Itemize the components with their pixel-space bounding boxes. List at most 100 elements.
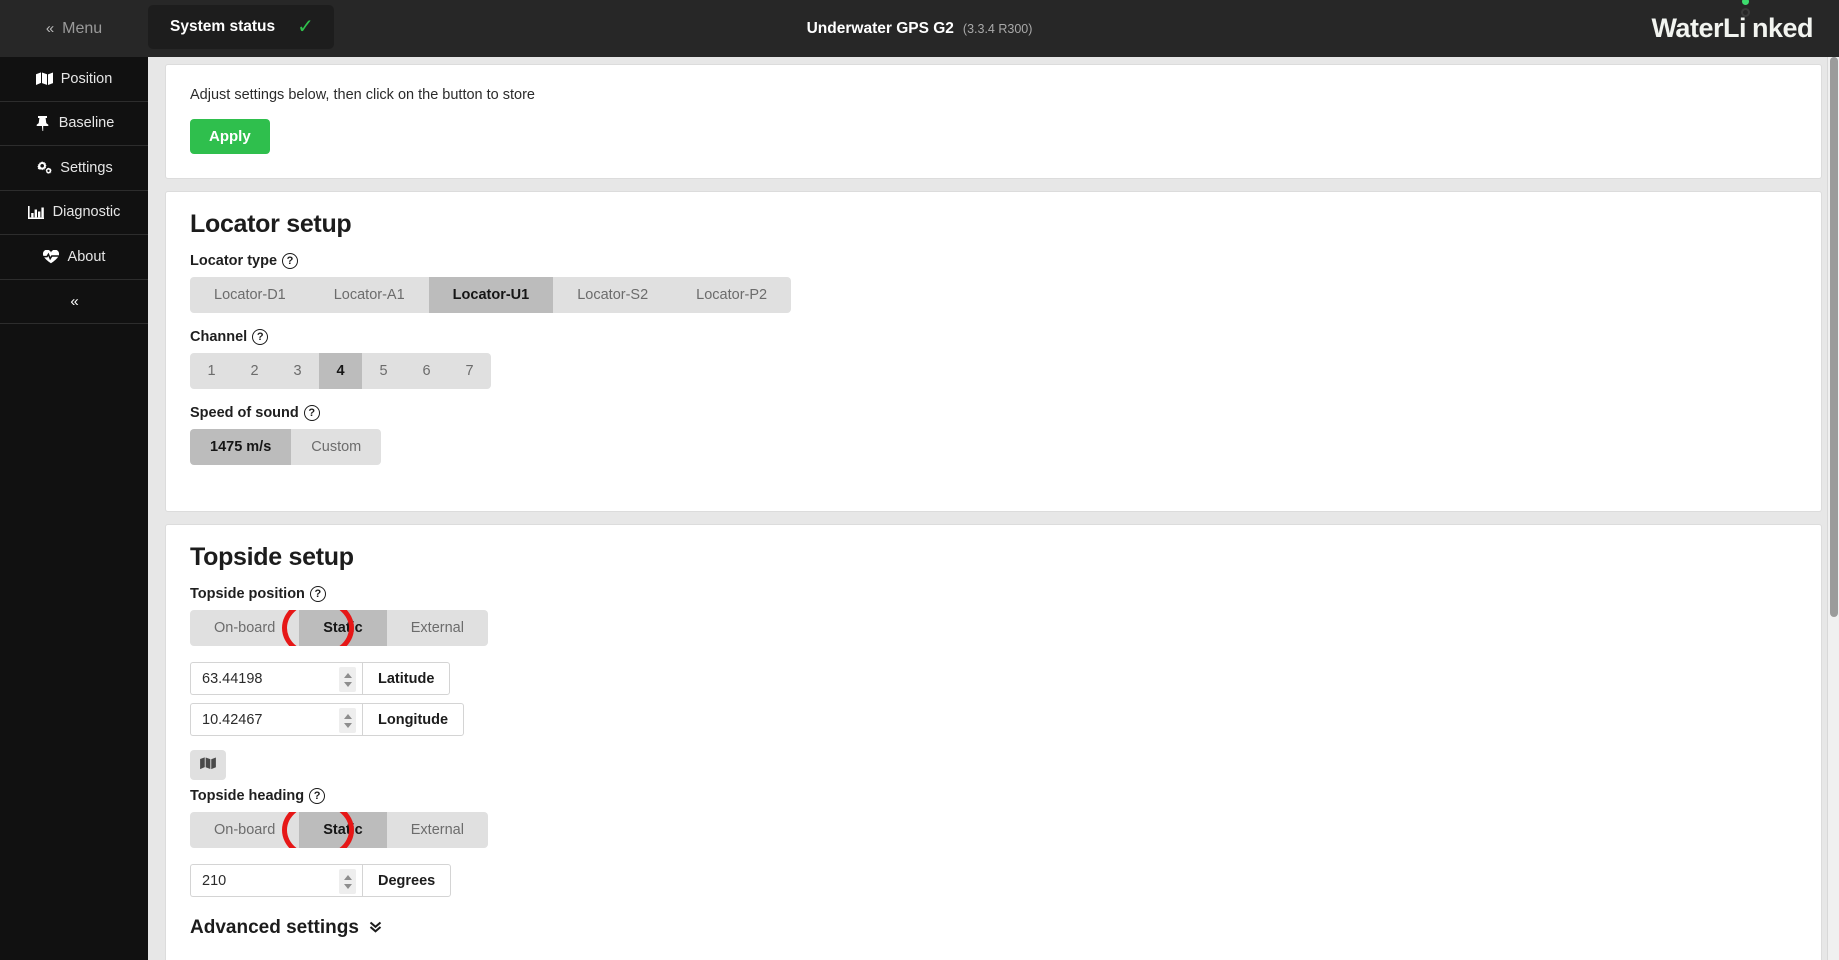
map-icon	[35, 71, 53, 86]
channel-option-3[interactable]: 3	[276, 353, 319, 389]
help-icon[interactable]: ?	[282, 253, 299, 269]
advanced-settings-label: Advanced settings	[190, 917, 359, 938]
latitude-input-wrap[interactable]	[190, 662, 362, 695]
gears-icon	[35, 160, 53, 175]
channel-option-1[interactable]: 1	[190, 353, 233, 389]
degrees-unit-label: Degrees	[362, 864, 452, 897]
speed-of-sound-option-default[interactable]: 1475 m/s	[190, 429, 292, 465]
sidebar-item-label: Position	[60, 70, 113, 87]
topside-heading-option-static[interactable]: Static	[299, 812, 387, 848]
help-icon[interactable]: ?	[303, 405, 320, 421]
sidebar-item-about[interactable]: About	[0, 235, 148, 280]
speed-of-sound-button-group[interactable]: 1475 m/s Custom	[190, 429, 382, 465]
app-title-text: Underwater GPS G2	[806, 19, 954, 37]
speed-of-sound-option-custom[interactable]: Custom	[291, 429, 382, 465]
content-scrollbar[interactable]	[1827, 57, 1839, 960]
topside-heading-option-external[interactable]: External	[386, 812, 488, 848]
speed-of-sound-label-text: Speed of sound	[190, 405, 299, 421]
locator-type-option-d1[interactable]: Locator-D1	[190, 277, 310, 313]
menu-label: Menu	[62, 19, 103, 37]
help-icon[interactable]: ?	[309, 788, 326, 804]
pin-icon	[34, 115, 51, 131]
check-icon: ✓	[297, 16, 314, 38]
sidebar-item-position[interactable]: Position	[0, 57, 148, 102]
sidebar-item-label: Baseline	[58, 115, 115, 132]
locator-setup-title: Locator setup	[190, 210, 352, 238]
help-icon[interactable]: ?	[309, 586, 326, 602]
apply-instruction-text: Adjust settings below, then click on the…	[190, 87, 535, 103]
latitude-row: Latitude	[190, 662, 1797, 695]
sidebar-item-label: Diagnostic	[52, 204, 121, 221]
menu-toggle-button[interactable]: « Menu	[0, 0, 148, 57]
locator-type-label: Locator type ?	[190, 253, 1797, 269]
channel-option-5[interactable]: 5	[362, 353, 405, 389]
longitude-input-wrap[interactable]	[190, 703, 362, 736]
main-content: Adjust settings below, then click on the…	[148, 57, 1839, 960]
topside-position-option-external[interactable]: External	[386, 610, 488, 646]
sidebar-item-label: Settings	[60, 159, 113, 176]
degrees-stepper[interactable]	[339, 869, 356, 894]
brand-text-part2: nked	[1751, 13, 1814, 43]
sidebar-item-diagnostic[interactable]: Diagnostic	[0, 191, 148, 235]
system-status-label: System status	[170, 18, 276, 35]
sidebar: Position Baseline Settings Diagnostic Ab…	[0, 57, 148, 960]
chevron-down-icon	[368, 919, 383, 938]
apply-panel: Adjust settings below, then click on the…	[165, 64, 1822, 179]
topside-position-option-onboard[interactable]: On-board	[190, 610, 300, 646]
topside-heading-button-group[interactable]: On-board Static External	[190, 812, 488, 848]
latitude-unit-label: Latitude	[362, 662, 451, 695]
channel-option-4[interactable]: 4	[319, 353, 362, 389]
longitude-input[interactable]	[191, 704, 362, 735]
locator-type-option-p2[interactable]: Locator-P2	[672, 277, 792, 313]
channel-option-2[interactable]: 2	[233, 353, 276, 389]
locator-setup-panel: Locator setup Locator type ? Locator-D1 …	[165, 191, 1822, 512]
topside-setup-title: Topside setup	[190, 543, 354, 571]
topside-position-label: Topside position ?	[190, 586, 1797, 602]
collapse-chevron-icon: «	[70, 292, 78, 310]
speed-of-sound-label: Speed of sound ?	[190, 405, 1797, 421]
longitude-unit-label: Longitude	[362, 703, 465, 736]
locator-type-option-u1[interactable]: Locator-U1	[428, 277, 554, 313]
help-icon[interactable]: ?	[252, 329, 269, 345]
topside-position-label-text: Topside position	[190, 586, 305, 602]
topside-position-button-group[interactable]: On-board Static External	[190, 610, 488, 646]
sidebar-item-settings[interactable]: Settings	[0, 146, 148, 191]
brand-text-part1: WaterL	[1651, 13, 1739, 43]
longitude-stepper[interactable]	[339, 708, 356, 733]
brand-i-glyph: i	[1739, 0, 1752, 44]
latitude-input[interactable]	[191, 663, 362, 694]
scrollbar-thumb[interactable]	[1830, 57, 1838, 617]
topside-position-option-static[interactable]: Static	[299, 610, 387, 646]
app-version-text: (3.3.4 R300)	[962, 21, 1033, 36]
sidebar-item-label: About	[67, 248, 106, 265]
latitude-stepper[interactable]	[339, 667, 356, 692]
locator-type-option-s2[interactable]: Locator-S2	[553, 277, 673, 313]
locator-type-button-group[interactable]: Locator-D1 Locator-A1 Locator-U1 Locator…	[190, 277, 792, 313]
top-bar: « Menu System status ✓ Underwater GPS G2…	[0, 0, 1839, 57]
advanced-settings-toggle[interactable]: Advanced settings	[190, 917, 1797, 939]
system-status-tab[interactable]: System status ✓	[148, 5, 334, 49]
channel-label: Channel ?	[190, 329, 1797, 345]
channel-label-text: Channel	[190, 329, 248, 345]
topside-heading-label-text: Topside heading	[190, 788, 305, 804]
channel-button-group[interactable]: 1 2 3 4 5 6 7	[190, 353, 491, 389]
locator-type-label-text: Locator type	[190, 253, 278, 269]
pick-on-map-button[interactable]	[190, 750, 226, 780]
channel-option-6[interactable]: 6	[405, 353, 448, 389]
apply-button[interactable]: Apply	[190, 119, 270, 154]
topside-heading-label: Topside heading ?	[190, 788, 1797, 804]
menu-chevron-icon: «	[45, 20, 54, 37]
map-icon	[200, 757, 216, 773]
sidebar-item-baseline[interactable]: Baseline	[0, 102, 148, 146]
degrees-input[interactable]	[191, 865, 362, 896]
degrees-input-wrap[interactable]	[190, 864, 362, 897]
brand-logo: WaterL ﻿i nked	[1651, 0, 1814, 57]
heartbeat-icon	[43, 249, 60, 264]
longitude-row: Longitude	[190, 703, 1797, 736]
locator-type-option-a1[interactable]: Locator-A1	[309, 277, 429, 313]
topside-heading-option-onboard[interactable]: On-board	[190, 812, 300, 848]
sidebar-collapse-button[interactable]: «	[0, 280, 148, 324]
channel-option-7[interactable]: 7	[448, 353, 491, 389]
bar-chart-icon	[28, 205, 45, 220]
degrees-row: Degrees	[190, 864, 1797, 897]
